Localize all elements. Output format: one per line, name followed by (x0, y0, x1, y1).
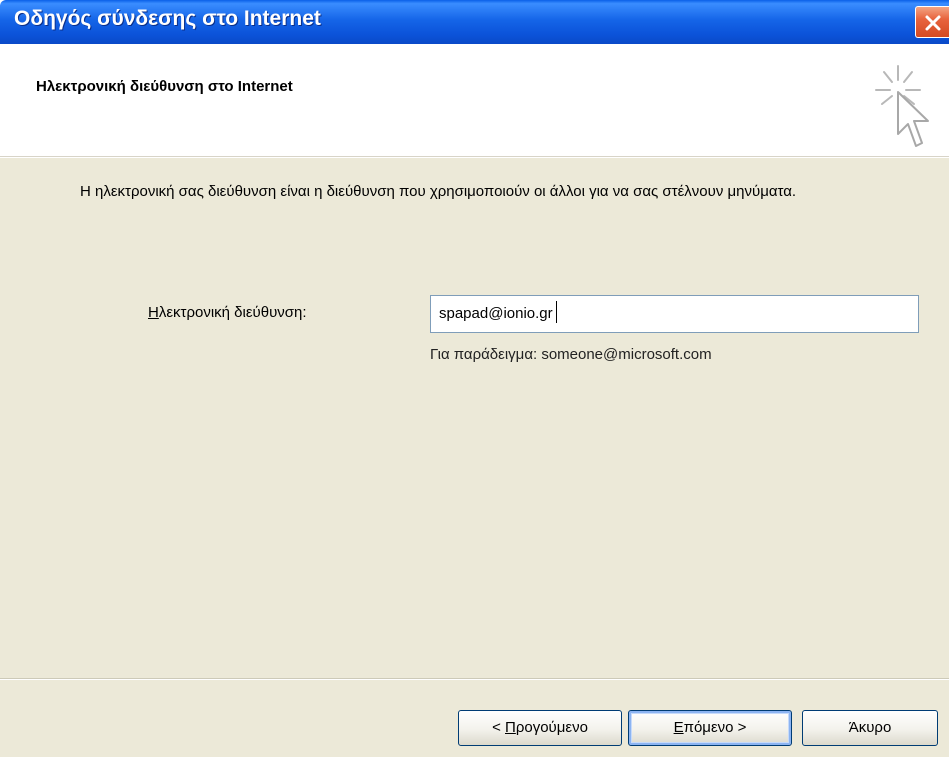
page-title: Ηλεκτρονική διεύθυνση στο Internet (36, 78, 293, 95)
back-button[interactable]: < Προγούμενο (458, 710, 622, 746)
wizard-header: Ηλεκτρονική διεύθυνση στο Internet (0, 44, 949, 156)
next-button-accelerator: Ε (673, 719, 684, 736)
email-value: spapad@ionio.gr (439, 305, 553, 322)
example-hint: Για παράδειγμα: someone@microsoft.com (430, 346, 712, 363)
back-button-rest: ρογούμενο (515, 719, 588, 736)
back-button-prefix: < (492, 719, 505, 736)
text-caret (555, 301, 557, 323)
email-label-accelerator: Η (148, 304, 159, 321)
next-button[interactable]: Επόμενο > (628, 710, 792, 746)
email-label: Ηλεκτρονική διεύθυνση: (148, 304, 307, 321)
window-title: Οδηγός σύνδεσης στο Internet (14, 7, 321, 30)
close-button[interactable] (915, 6, 949, 38)
wizard-sparkle-cursor-icon (875, 65, 929, 147)
wizard-body: Η ηλεκτρονική σας διεύθυνση είναι η διεύ… (0, 158, 949, 757)
title-bar[interactable]: Οδηγός σύνδεσης στο Internet (0, 0, 949, 44)
description-text: Η ηλεκτρονική σας διεύθυνση είναι η διεύ… (80, 183, 797, 200)
wizard-window: Οδηγός σύνδεσης στο Internet Ηλεκτρονική… (0, 0, 949, 757)
footer-separator (0, 678, 949, 680)
next-button-rest: πόμενο > (683, 719, 747, 736)
back-button-accelerator: Π (505, 719, 516, 736)
email-input[interactable]: spapad@ionio.gr (430, 295, 919, 333)
email-label-rest: λεκτρονική διεύθυνση: (158, 304, 307, 321)
close-icon (925, 15, 941, 31)
cancel-button[interactable]: Άκυρο (802, 710, 938, 746)
